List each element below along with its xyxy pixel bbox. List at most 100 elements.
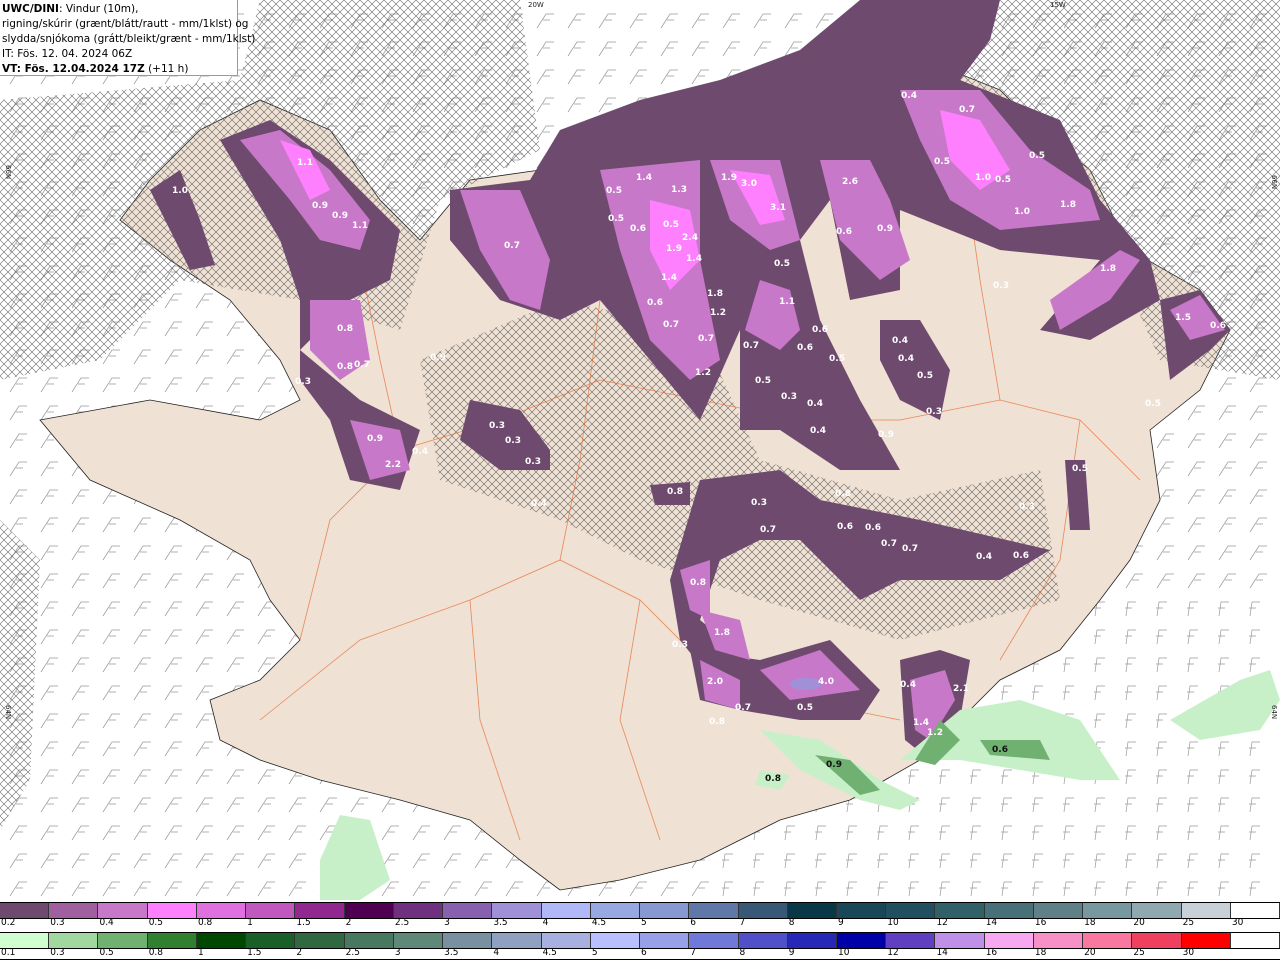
legend-swatch	[49, 933, 99, 948]
legend-swatch	[98, 933, 148, 948]
legend-swatch	[984, 933, 1034, 948]
snow-amount-label: 0.3	[505, 436, 521, 446]
snow-amount-label: 1.4	[913, 718, 929, 728]
snow-amount-label: 0.3	[672, 640, 688, 650]
snow-amount-label: 1.1	[352, 221, 368, 231]
legend-swatch	[1033, 933, 1084, 948]
snow-amount-label: 0.4	[892, 336, 908, 346]
rain-amount-label: 0.6	[992, 745, 1008, 755]
legend-swatch	[295, 903, 345, 918]
snow-amount-label: 0.5	[608, 214, 624, 224]
snow-amount-label: 0.7	[743, 341, 759, 351]
snow-amount-label: 0.6	[797, 343, 813, 353]
legend-label: 0.1	[1, 947, 16, 958]
snow-amount-label: 0.5	[1145, 399, 1161, 409]
legend-swatch	[443, 933, 493, 948]
legend-label: 12	[887, 947, 899, 958]
legend-label: 14	[985, 917, 998, 928]
legend-swatch	[147, 903, 197, 918]
snow-amount-label: 0.5	[663, 220, 679, 230]
snow-amount-label: 0.8	[337, 362, 353, 372]
snow-amount-label: 4.0	[818, 677, 834, 687]
snow-amount-label: 0.7	[959, 105, 975, 115]
legend-swatch	[1181, 903, 1231, 918]
legend-label: 18	[1034, 947, 1047, 958]
title-line2: rigning/skúrir (grænt/blátt/rautt - mm/1…	[2, 18, 249, 30]
legend-swatch	[443, 903, 493, 918]
legend-swatch	[393, 933, 444, 948]
snow-amount-label: 1.8	[707, 289, 723, 299]
snow-amount-label: 0.8	[709, 717, 725, 727]
legend-label: 3.5	[444, 947, 459, 958]
legend-label: 9	[788, 947, 795, 958]
legend-swatch	[1181, 933, 1231, 948]
snow-amount-label: 1.4	[686, 254, 702, 264]
snow-amount-label: 0.4	[976, 552, 992, 562]
legend-label: 0.2	[1, 917, 16, 928]
snow-amount-label: 0.7	[735, 703, 751, 713]
snow-amount-label: 0.4	[900, 680, 916, 690]
legend-swatch	[886, 933, 936, 948]
legend-swatch	[98, 903, 148, 918]
legend-swatch	[787, 933, 837, 948]
legend-label: 30	[1231, 917, 1244, 928]
snow-amount-label: 1.0	[172, 186, 188, 196]
snow-amount-label: 0.9	[877, 224, 893, 234]
legend-swatch	[1132, 903, 1182, 918]
legend-label: 2.5	[394, 917, 410, 928]
legend-label: 4.5	[591, 917, 607, 928]
legend-swatch	[147, 933, 197, 948]
legend-label: 1	[247, 917, 253, 928]
snow-amount-label: 2.1	[953, 684, 969, 694]
snow-amount-label: 0.9	[312, 201, 328, 211]
legend-swatch	[344, 933, 394, 948]
legend-swatch	[344, 903, 394, 918]
grid-label: 66N	[4, 165, 12, 179]
snow-amount-label: 0.7	[760, 525, 776, 535]
snow-amount-label: 1.2	[710, 308, 726, 318]
snow-amount-label: 1.5	[1175, 313, 1191, 323]
weather-map: 20W 15W 66N 66N 64N 64N 1.0 1.1 0.9 0.9 1.1 0.8 0.8…	[0, 0, 1280, 902]
legend-swatch	[640, 933, 690, 948]
legend-label: 2	[296, 947, 303, 958]
snow-amount-label: 0.8	[667, 487, 683, 497]
snow-amount-label: 0.6	[836, 227, 852, 237]
snow-amount-label: 0.8	[690, 578, 706, 588]
legend-label: 0.5	[99, 947, 114, 958]
legend-swatch	[295, 933, 345, 948]
legend-label: 0.5	[148, 917, 164, 928]
rain-amount-label: 0.8	[765, 774, 781, 784]
snow-amount-label: 0.3	[525, 457, 541, 467]
grid-label: 64N	[1270, 705, 1278, 719]
legend-swatch	[492, 903, 542, 918]
legend-label: 7	[739, 917, 746, 928]
snow-amount-label: 1.9	[666, 244, 682, 254]
legend-label: 30	[1182, 947, 1195, 958]
snow-amount-label: 1.9	[721, 173, 737, 183]
snow-amount-label: 0.3	[781, 392, 797, 402]
snow-amount-label: 1.2	[695, 368, 711, 378]
legend-swatch	[787, 903, 837, 918]
snow-amount-label: 0.9	[430, 353, 446, 363]
legend-label: 7	[690, 947, 697, 958]
legend-label: 16	[1034, 917, 1047, 928]
snow-amount-label: 0.4	[901, 91, 917, 101]
rain-amount-label: 0.9	[826, 760, 842, 770]
rain-color-legend: 0.1 0.3 0.5 0.8 1 1.5 2 2.5 3 3.5 4 4.5 5 6 7 8 9 10 12 14 1…	[0, 930, 1280, 960]
snow-amount-label: 3.1	[770, 203, 786, 213]
snow-amount-label: 2.2	[385, 460, 401, 470]
snow-amount-label: 0.9	[332, 211, 348, 221]
legend-swatch	[1132, 933, 1182, 948]
legend-swatch	[246, 903, 296, 918]
legend-label: 1.5	[296, 917, 311, 928]
legend-swatch	[640, 903, 690, 918]
snow-amount-label: 0.7	[902, 544, 918, 554]
snow-amount-label: 1.0	[975, 173, 991, 183]
legend-label: 0.8	[197, 917, 213, 928]
legend-swatch	[836, 933, 887, 948]
legend-label: 1.5	[247, 947, 262, 958]
snow-amount-label: 0.6	[647, 298, 663, 308]
init-time: IT: Fös. 12. 04. 2024 06Z	[2, 48, 133, 60]
legend-label: 0.3	[50, 947, 65, 958]
legend-label: 4	[493, 947, 500, 958]
